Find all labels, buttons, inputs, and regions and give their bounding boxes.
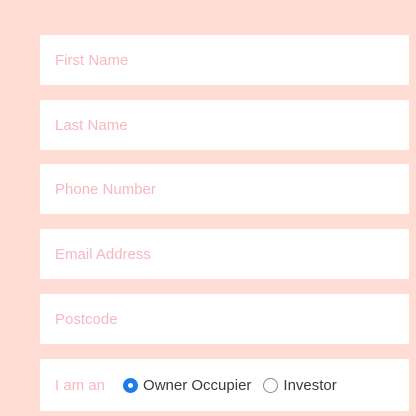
radio-investor[interactable]: Investor <box>263 377 337 394</box>
first-name-field[interactable] <box>40 35 409 85</box>
last-name-input[interactable] <box>55 100 409 150</box>
phone-number-input[interactable] <box>55 164 409 214</box>
phone-number-field[interactable] <box>40 164 409 214</box>
postcode-input[interactable] <box>55 294 409 344</box>
last-name-field[interactable] <box>40 100 409 150</box>
buyer-type-label: I am an <box>55 376 106 394</box>
radio-owner-occupier-label[interactable]: Owner Occupier <box>143 377 251 394</box>
radio-owner-occupier[interactable]: Owner Occupier <box>123 377 251 394</box>
postcode-field[interactable] <box>40 294 409 344</box>
radio-investor-label[interactable]: Investor <box>283 377 336 394</box>
radio-unchecked-icon[interactable] <box>263 377 279 393</box>
email-address-input[interactable] <box>55 229 409 279</box>
buyer-type-field: I am an Owner Occupier Investor <box>40 359 409 411</box>
first-name-input[interactable] <box>55 35 409 85</box>
radio-checked-icon[interactable] <box>123 377 139 393</box>
email-address-field[interactable] <box>40 229 409 279</box>
